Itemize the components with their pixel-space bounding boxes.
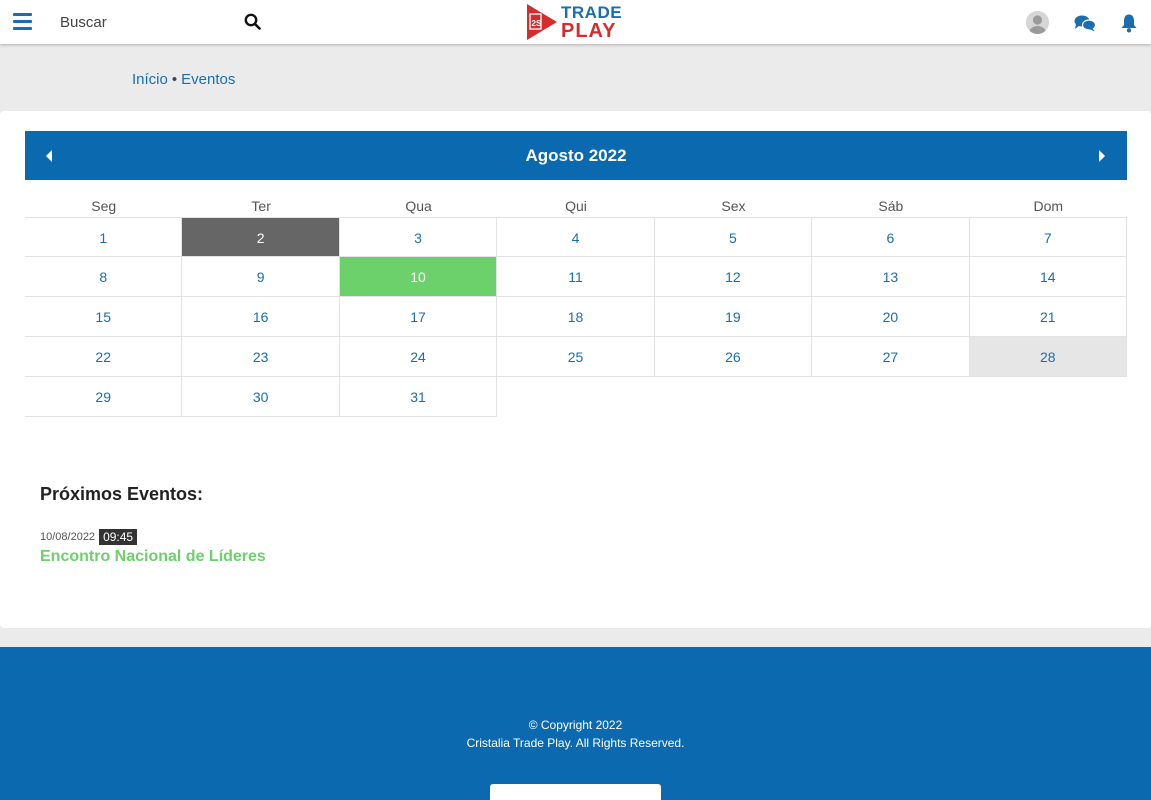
calendar-day-25[interactable]: 25: [497, 337, 655, 377]
calendar-header: Agosto 2022: [25, 131, 1127, 180]
calendar-day-6[interactable]: 6: [812, 217, 970, 257]
upcoming-events-title: Próximos Eventos:: [40, 484, 204, 504]
calendar-day-24[interactable]: 24: [339, 337, 498, 377]
calendar-day-14[interactable]: 14: [969, 257, 1127, 297]
trade-play-logo[interactable]: 2S TRADE PLAY: [525, 2, 630, 42]
breadcrumb: Início • Eventos: [132, 71, 235, 88]
footer-button[interactable]: [490, 784, 661, 800]
breadcrumb-separator: •: [171, 71, 178, 88]
next-month-icon[interactable]: [1099, 150, 1105, 162]
calendar-empty-cell: [970, 377, 1127, 417]
chat-bubbles-icon[interactable]: [1074, 14, 1096, 32]
logo-text-play: PLAY: [561, 20, 617, 42]
calendar-day-2[interactable]: 2: [182, 217, 340, 257]
calendar-month-title: Agosto 2022: [525, 146, 627, 165]
events-card: Agosto 2022 Seg Ter Qua Qui Sex Sáb Dom 123456…: [0, 111, 1151, 628]
weekday-header-row: Seg Ter Qua Qui Sex Sáb Dom: [25, 196, 1127, 216]
calendar-day-3[interactable]: 3: [339, 217, 498, 257]
calendar-day-1[interactable]: 1: [25, 217, 183, 257]
calendar-day-26[interactable]: 26: [654, 337, 813, 377]
weekday-label: Qua: [405, 198, 432, 214]
calendar-day-5[interactable]: 5: [654, 217, 813, 257]
calendar-empty-cell: [497, 377, 654, 417]
calendar-day-29[interactable]: 29: [25, 377, 183, 417]
calendar-empty-cell: [655, 377, 812, 417]
calendar-day-22[interactable]: 22: [25, 337, 183, 377]
breadcrumb-current-link[interactable]: Eventos: [181, 71, 235, 88]
calendar-day-19[interactable]: 19: [654, 297, 813, 337]
breadcrumb-home-link[interactable]: Início: [132, 71, 168, 88]
event-date: 10/08/2022: [40, 531, 96, 543]
calendar-day-7[interactable]: 7: [969, 217, 1127, 257]
calendar-empty-cell: [812, 377, 969, 417]
calendar-day-15[interactable]: 15: [25, 297, 183, 337]
calendar-day-10[interactable]: 10: [339, 257, 498, 297]
calendar-day-31[interactable]: 31: [339, 377, 498, 417]
calendar-day-27[interactable]: 27: [812, 337, 970, 377]
calendar-day-11[interactable]: 11: [497, 257, 655, 297]
calendar-grid: 1 2 3 4 5 6 7 8 9 10 11 12 13 14 15 16 17 18 19 20 21 22 23 24 2…: [25, 217, 1127, 417]
calendar-day-16[interactable]: 16: [182, 297, 340, 337]
avatar[interactable]: [1026, 11, 1049, 34]
hamburger-menu-icon[interactable]: [13, 13, 32, 30]
calendar-day-17[interactable]: 17: [339, 297, 498, 337]
weekday-label: Qui: [565, 198, 587, 214]
search-icon[interactable]: [244, 13, 261, 30]
user-avatar-icon: [1026, 11, 1049, 34]
calendar-day-9[interactable]: 9: [182, 257, 340, 297]
logo-mark-icon: 2S: [527, 4, 557, 40]
weekday-label: Dom: [1033, 198, 1064, 214]
search-input[interactable]: [52, 8, 232, 36]
footer: © Copyright 2022 Cristalia Trade Play. A…: [0, 647, 1151, 800]
calendar-day-13[interactable]: 13: [812, 257, 970, 297]
footer-rights: Cristalia Trade Play. All Rights Reserve…: [466, 736, 685, 750]
notifications-bell-icon[interactable]: [1120, 13, 1138, 33]
calendar-day-8[interactable]: 8: [25, 257, 183, 297]
weekday-label: Sáb: [878, 198, 904, 214]
event-meta: 10/08/2022 09:45: [40, 529, 138, 545]
weekday-label: Sex: [721, 198, 746, 214]
calendar-day-12[interactable]: 12: [654, 257, 813, 297]
weekday-label: Seg: [91, 198, 117, 214]
top-bar: 2S TRADE PLAY: [0, 0, 1151, 44]
svg-text:2S: 2S: [532, 19, 542, 28]
calendar-day-18[interactable]: 18: [497, 297, 655, 337]
calendar-day-4[interactable]: 4: [497, 217, 655, 257]
logo-text-trade: TRADE: [561, 3, 623, 22]
calendar-day-23[interactable]: 23: [182, 337, 340, 377]
footer-copyright: © Copyright 2022: [528, 718, 623, 732]
calendar-day-20[interactable]: 20: [812, 297, 970, 337]
event-time-badge: 09:45: [99, 529, 138, 545]
calendar-day-28[interactable]: 28: [969, 337, 1127, 377]
event-link[interactable]: Encontro Nacional de Líderes: [40, 548, 266, 566]
calendar-day-21[interactable]: 21: [969, 297, 1127, 337]
calendar-day-30[interactable]: 30: [182, 377, 340, 417]
weekday-label: Ter: [251, 198, 271, 214]
